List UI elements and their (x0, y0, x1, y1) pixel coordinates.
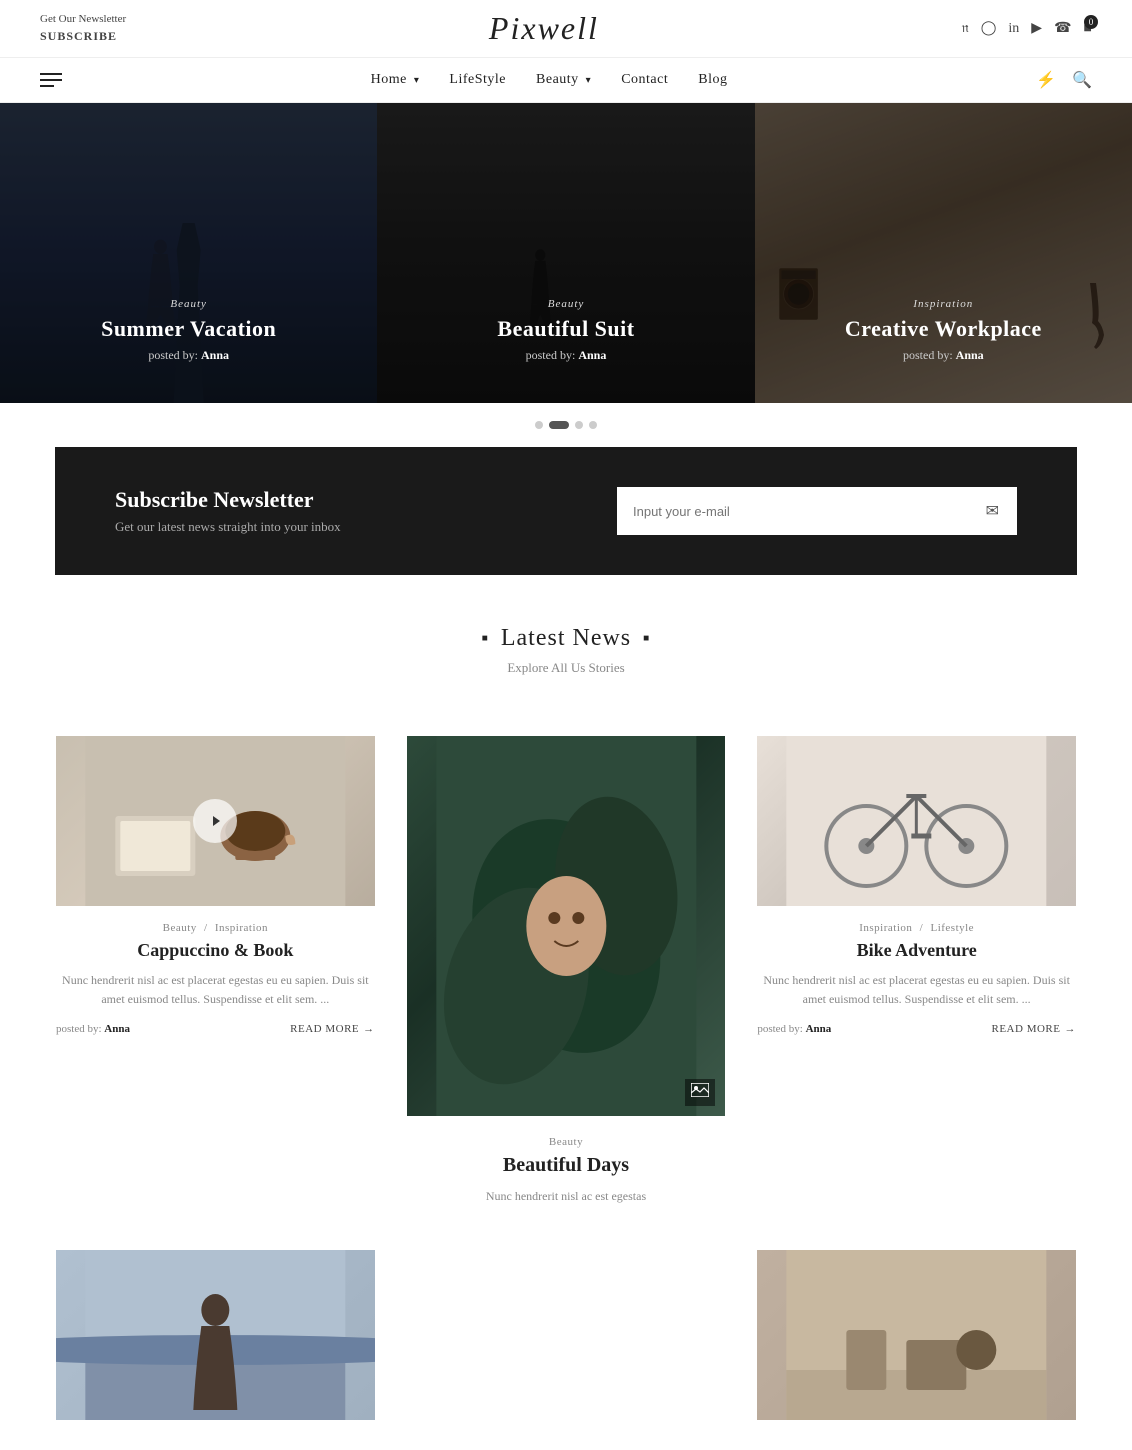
news-card-1-author: posted by: Anna (56, 1023, 130, 1035)
lightning-icon[interactable]: ⚡ (1036, 70, 1056, 90)
image-gallery-icon[interactable] (685, 1079, 715, 1106)
slide-1-category: Beauty (0, 298, 377, 310)
news-card-3: Inspiration / Lifestyle Bike Adventure N… (741, 736, 1092, 1250)
news-card-1-excerpt: Nunc hendrerit nisl ac est placerat eges… (56, 971, 375, 1009)
subscribe-label[interactable]: SUBSCRIBE (40, 28, 126, 45)
nav-beauty[interactable]: Beauty ▾ (536, 72, 591, 88)
news-card-2-image[interactable] (407, 736, 726, 1116)
pinterest-icon[interactable]: 𝔫 (962, 21, 969, 37)
newsletter-section: Subscribe Newsletter Get our latest news… (55, 447, 1077, 575)
slide-1-author: posted by: Anna (0, 348, 377, 363)
dot-3[interactable] (575, 421, 583, 429)
news-card-6 (741, 1250, 1092, 1450)
dot-2[interactable] (549, 421, 569, 429)
newsletter-subtitle: Get our latest news straight into your i… (115, 519, 341, 535)
news-card-1: Beauty / Inspiration Cappuccino & Book N… (40, 736, 391, 1250)
slide-1[interactable]: Beauty Summer Vacation posted by: Anna (0, 103, 377, 403)
cart-badge: 0 (1084, 15, 1098, 29)
hero-slider: Beauty Summer Vacation posted by: Anna B… (0, 103, 1132, 403)
nav-blog[interactable]: Blog (698, 72, 727, 88)
news-card-1-image[interactable] (56, 736, 375, 906)
news-card-4 (40, 1250, 391, 1450)
main-nav: Home ▾ LifeStyle Beauty ▾ Contact Blog ⚡… (0, 58, 1132, 103)
youtube-icon[interactable]: ▶ (1031, 20, 1042, 37)
slide-2-overlay: Beauty Beautiful Suit posted by: Anna (377, 298, 754, 363)
news-card-1-categories: Beauty / Inspiration (56, 922, 375, 934)
newsletter-title: Subscribe Newsletter (115, 487, 341, 513)
latest-news-subtitle: Explore All Us Stories (40, 660, 1092, 676)
newsletter-form: ✉ (617, 487, 1017, 535)
news-grid: Beauty / Inspiration Cappuccino & Book N… (0, 736, 1132, 1250)
category-beauty-2[interactable]: Beauty (549, 1136, 583, 1148)
slide-3[interactable]: Inspiration Creative Workplace posted by… (755, 103, 1132, 403)
slide-2-category: Beauty (377, 298, 754, 310)
slide-1-title: Summer Vacation (0, 316, 377, 342)
dot-1[interactable] (535, 421, 543, 429)
news-card-3-read-more[interactable]: READ MORE → (992, 1023, 1076, 1035)
nav-right-icons: ⚡ 🔍 (1036, 70, 1092, 90)
news-card-3-excerpt: Nunc hendrerit nisl ac est placerat eges… (757, 971, 1076, 1009)
instagram-icon[interactable]: ◯ (981, 20, 997, 37)
category-lifestyle[interactable]: Lifestyle (930, 922, 974, 934)
slide-3-title: Creative Workplace (755, 316, 1132, 342)
news-card-1-footer: posted by: Anna READ MORE → (56, 1023, 375, 1035)
slide-3-category: Inspiration (755, 298, 1132, 310)
nav-links: Home ▾ LifeStyle Beauty ▾ Contact Blog (371, 72, 728, 88)
news-card-2-categories: Beauty (407, 1136, 726, 1148)
newsletter-submit-button[interactable]: ✉ (968, 487, 1017, 535)
category-inspiration[interactable]: Inspiration (215, 922, 268, 934)
news-card-1-title: Cappuccino & Book (56, 940, 375, 961)
newsletter-left: Subscribe Newsletter Get our latest news… (115, 487, 341, 535)
whatsapp-icon[interactable]: ☎ (1054, 20, 1071, 37)
news-card-3-image[interactable] (757, 736, 1076, 906)
dot-4[interactable] (589, 421, 597, 429)
search-icon[interactable]: 🔍 (1072, 70, 1092, 90)
slide-2[interactable]: Beauty Beautiful Suit posted by: Anna (377, 103, 754, 403)
nav-contact[interactable]: Contact (621, 72, 668, 88)
news-card-4-image[interactable] (56, 1250, 375, 1420)
social-icons-bar: 𝔫 ◯ in ▶ ☎ ■ 0 (962, 20, 1092, 37)
news-card-2: Beauty Beautiful Days Nunc hendrerit nis… (391, 736, 742, 1250)
slide-2-author: posted by: Anna (377, 348, 754, 363)
hamburger-menu[interactable] (40, 73, 62, 87)
latest-news-header: Latest News Explore All Us Stories (0, 575, 1132, 736)
top-bar: Get Our Newsletter SUBSCRIBE Pixwell 𝔫 ◯… (0, 0, 1132, 58)
newsletter-label: Get Our Newsletter (40, 12, 126, 27)
newsletter-email-input[interactable] (617, 490, 968, 533)
nav-home[interactable]: Home ▾ (371, 72, 420, 88)
news-card-6-image[interactable] (757, 1250, 1076, 1420)
news-card-5-spacer (391, 1250, 742, 1450)
play-button[interactable] (193, 799, 237, 843)
news-card-2-info: Beauty Beautiful Days Nunc hendrerit nis… (407, 1136, 726, 1206)
newsletter-promo: Get Our Newsletter SUBSCRIBE (40, 12, 126, 44)
slider-dots (0, 403, 1132, 447)
slide-3-overlay: Inspiration Creative Workplace posted by… (755, 298, 1132, 363)
category-inspiration-2[interactable]: Inspiration (859, 922, 912, 934)
news-card-1-read-more[interactable]: READ MORE → (290, 1023, 374, 1035)
cart-icon[interactable]: ■ 0 (1084, 21, 1092, 37)
news-card-2-title: Beautiful Days (407, 1154, 726, 1177)
news-card-3-author: posted by: Anna (757, 1023, 831, 1035)
news-card-3-footer: posted by: Anna READ MORE → (757, 1023, 1076, 1035)
slide-3-author: posted by: Anna (755, 348, 1132, 363)
latest-news-title: Latest News (40, 625, 1092, 652)
slide-2-title: Beautiful Suit (377, 316, 754, 342)
nav-lifestyle[interactable]: LifeStyle (449, 72, 506, 88)
category-beauty[interactable]: Beauty (163, 922, 197, 934)
site-logo[interactable]: Pixwell (489, 10, 599, 47)
news-grid-bottom (0, 1250, 1132, 1450)
news-card-3-title: Bike Adventure (757, 940, 1076, 961)
slide-1-overlay: Beauty Summer Vacation posted by: Anna (0, 298, 377, 363)
news-card-2-excerpt: Nunc hendrerit nisl ac est egestas (407, 1187, 726, 1206)
news-card-3-categories: Inspiration / Lifestyle (757, 922, 1076, 934)
linkedin-icon[interactable]: in (1008, 21, 1019, 37)
